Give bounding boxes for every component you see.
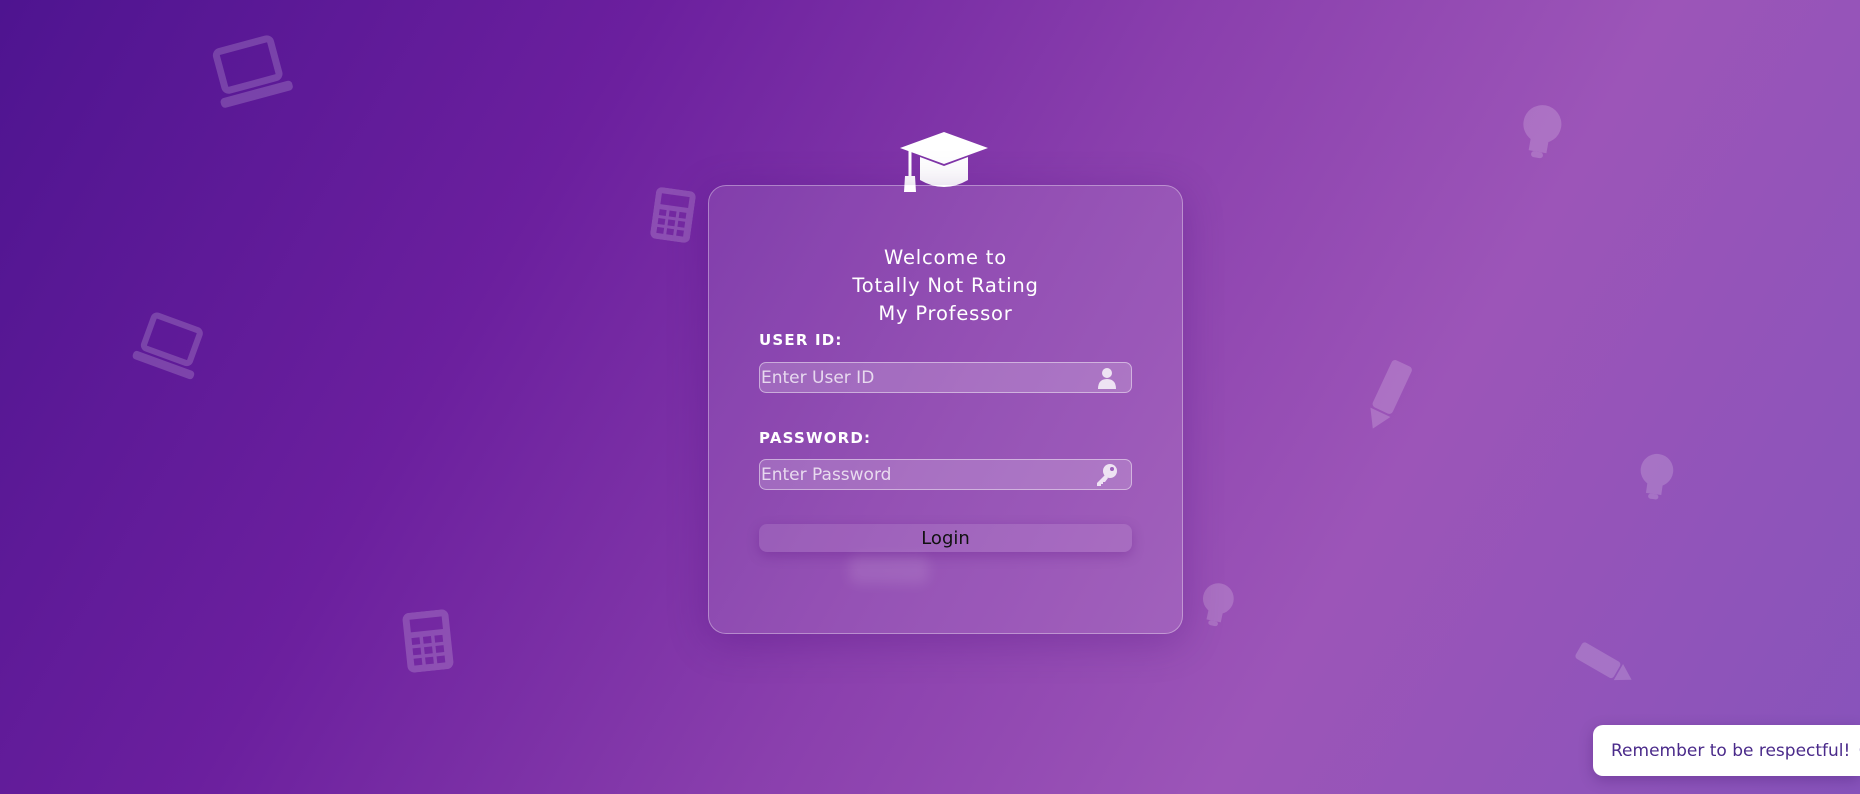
welcome-title: Welcome to Totally Not Rating My Profess… bbox=[709, 244, 1182, 328]
calculator-icon bbox=[401, 609, 455, 674]
login-button[interactable]: Login bbox=[759, 524, 1132, 552]
password-label: PASSWORD: bbox=[759, 429, 872, 447]
button-shadow bbox=[849, 556, 929, 584]
toast-text: Remember to be respectful! bbox=[1611, 740, 1851, 761]
password-field-container bbox=[759, 459, 1132, 490]
pencil-icon bbox=[1361, 358, 1415, 434]
user-id-label: USER ID: bbox=[759, 331, 843, 349]
calculator-icon bbox=[650, 186, 697, 243]
respect-toast: Remember to be respectful! 😀 bbox=[1593, 725, 1860, 776]
user-icon bbox=[1095, 366, 1119, 390]
lightbulb-icon bbox=[1196, 579, 1239, 631]
key-icon bbox=[1095, 463, 1119, 487]
login-card: Welcome to Totally Not Rating My Profess… bbox=[708, 185, 1183, 634]
user-id-field-container bbox=[759, 362, 1132, 393]
title-line-1: Welcome to bbox=[884, 246, 1007, 269]
laptop-icon bbox=[128, 308, 212, 386]
title-line-3: My Professor bbox=[878, 302, 1013, 325]
pencil-icon bbox=[1572, 639, 1638, 690]
password-input[interactable] bbox=[760, 460, 1095, 489]
lightbulb-icon bbox=[1515, 101, 1566, 163]
user-id-input[interactable] bbox=[760, 363, 1095, 392]
laptop-icon bbox=[205, 31, 297, 115]
title-line-2: Totally Not Rating bbox=[852, 274, 1039, 297]
lightbulb-icon bbox=[1635, 450, 1678, 505]
